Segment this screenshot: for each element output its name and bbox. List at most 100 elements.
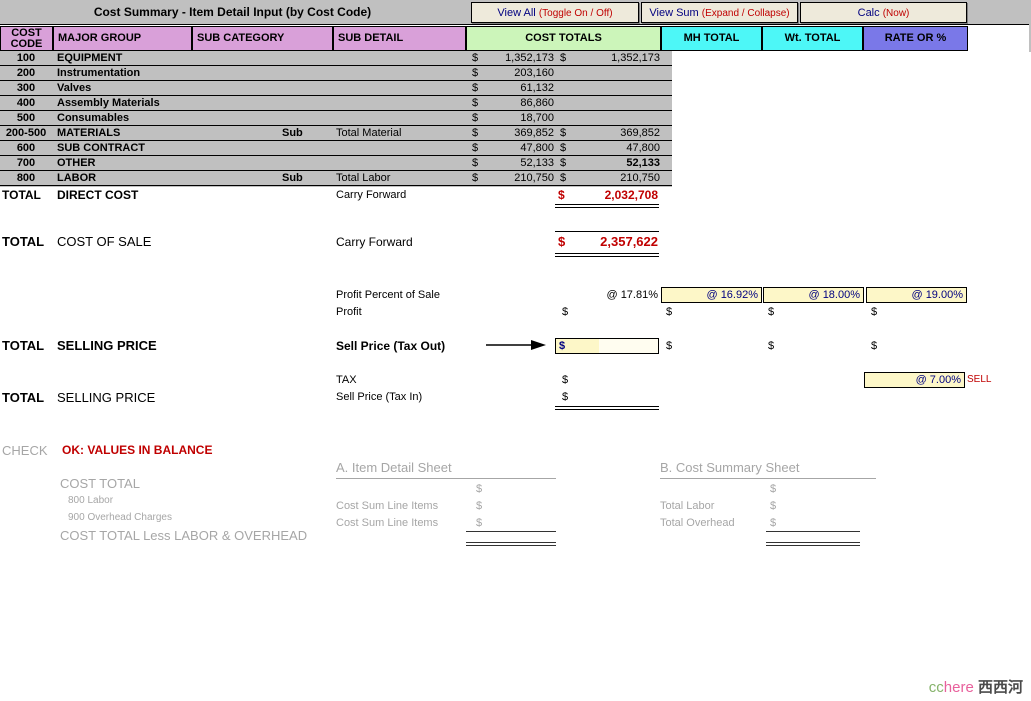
- cost-of-sale-topline: [555, 231, 659, 232]
- row-sub-detail: Total Material: [336, 127, 402, 139]
- table-row[interactable]: 400 Assembly Materials $ 86,860: [0, 96, 672, 111]
- calc-sublabel: (Now): [882, 8, 910, 19]
- check-panel-b-rule: [660, 478, 876, 479]
- row-cost-total-value: 86,860: [520, 97, 554, 109]
- sell-price-input[interactable]: $: [555, 338, 659, 354]
- profit-percent-value-mh: 16.92%: [720, 289, 758, 301]
- tax-sign: $: [562, 374, 569, 386]
- row-cost-total-value: 203,160: [514, 67, 554, 79]
- check-panel-a-total-rule: [466, 542, 556, 546]
- watermark: cchere 西西河: [929, 676, 1023, 697]
- row-sub-category: Sub: [282, 127, 303, 139]
- profit-percent-input-wt[interactable]: @ 18.00%: [763, 287, 864, 303]
- row-cost-code: 700: [16, 157, 36, 169]
- sell-price-sign-wt: $: [768, 340, 775, 352]
- check-panel-a-rule: [336, 478, 556, 479]
- column-header-sub-category: SUB CATEGORY: [192, 26, 333, 51]
- sell-price-sign-mh: $: [666, 340, 673, 352]
- profit-sign-rate: $: [871, 306, 878, 318]
- sell-price-tax-in-underline: [555, 406, 659, 410]
- watermark-cn: 西西河: [977, 679, 1023, 696]
- row-cost-code: 300: [16, 82, 36, 94]
- table-row[interactable]: 200-500 MATERIALS Sub Total Material $ 3…: [0, 126, 672, 141]
- profit-sign-cost: $: [562, 306, 569, 318]
- direct-cost-underline: [555, 204, 659, 208]
- watermark-here: here: [943, 679, 974, 696]
- table-row[interactable]: 100 EQUIPMENT $ 1,352,173 $ 1,352,173: [0, 51, 672, 66]
- profit-percent-input-rate[interactable]: @ 19.00%: [866, 287, 967, 303]
- column-header-cost-totals: COST TOTALS: [466, 26, 661, 51]
- row-major-group: SUB CONTRACT: [57, 142, 145, 154]
- sell-price-input-sign: $: [559, 340, 566, 352]
- row-cost-total-value: 210,750: [514, 172, 554, 184]
- profit-percent-value-wt: 18.00%: [822, 289, 860, 301]
- row-major-group: MATERIALS: [57, 127, 121, 139]
- cost-of-sale-desc: Carry Forward: [336, 235, 413, 249]
- row-sub-category: Sub: [282, 172, 303, 184]
- check-900-overhead-label: 900 Overhead Charges: [68, 512, 172, 523]
- column-header-mh-total: MH TOTAL: [661, 26, 762, 51]
- view-sum-button[interactable]: View Sum (Expand / Collapse): [641, 2, 798, 23]
- row-cost-code: 800: [16, 172, 36, 184]
- view-all-sublabel: (Toggle On / Off): [538, 8, 613, 19]
- row-cost-code: 200-500: [5, 127, 47, 139]
- row-major-group: Assembly Materials: [57, 97, 160, 109]
- table-row[interactable]: 700 OTHER $ 52,133 $ 52,133: [0, 156, 672, 171]
- row-cost-code: 400: [16, 97, 36, 109]
- profit-percent-value-rate: 19.00%: [925, 289, 963, 301]
- check-panel-b-subtotal-rule: [766, 531, 860, 532]
- tax-label: TAX: [336, 374, 357, 386]
- page-title: Cost Summary - Item Detail Input (by Cos…: [93, 5, 372, 19]
- check-800-labor-label: 800 Labor: [68, 495, 114, 506]
- sell-price-sign-rate: $: [871, 340, 878, 352]
- check-cost-total-label: COST TOTAL: [60, 476, 140, 491]
- profit-percent-input-mh[interactable]: @ 16.92%: [661, 287, 762, 303]
- calc-now-button[interactable]: Calc (Now): [800, 2, 967, 23]
- column-header-sub-detail: SUB DETAIL: [333, 26, 466, 51]
- tax-rate-input[interactable]: @ 7.00%: [864, 372, 965, 388]
- selling-price-total-label: TOTAL: [2, 338, 45, 353]
- column-header-major-group: MAJOR GROUP: [53, 26, 192, 51]
- table-row[interactable]: 300 Valves $ 61,132: [0, 81, 672, 96]
- table-row[interactable]: 600 SUB CONTRACT $ 47,800 $ 47,800: [0, 141, 672, 156]
- check-panel-a-sign-1: $: [476, 500, 483, 512]
- row-major-group: OTHER: [57, 157, 96, 169]
- row-mh-total-value: 1,352,173: [611, 52, 660, 64]
- row-cost-code: 500: [16, 112, 36, 124]
- cost-of-sale-value: 2,357,622: [600, 234, 658, 249]
- cost-code-line2: CODE: [10, 37, 43, 50]
- check-section: COST TOTAL 800 Labor 900 Overhead Charge…: [0, 438, 1031, 558]
- pointer-arrow-icon: [486, 340, 546, 350]
- row-cost-total-value: 18,700: [520, 112, 554, 124]
- sell-price-tax-in-name: SELLING PRICE: [57, 390, 156, 405]
- row-major-group: Instrumentation: [57, 67, 141, 79]
- row-cost-total-value: 61,132: [520, 82, 554, 94]
- check-panel-b-title: B. Cost Summary Sheet: [660, 460, 800, 475]
- sell-price-tax-out-label: Sell Price (Tax Out): [336, 339, 446, 353]
- column-header-cost-code: COST CODE: [0, 26, 53, 51]
- cost-of-sale-row: TOTAL COST OF SALE Carry Forward $ 2,357…: [0, 234, 1031, 252]
- table-row[interactable]: 500 Consumables $ 18,700: [0, 111, 672, 126]
- check-panel-b-label-2: Total Overhead: [660, 517, 735, 529]
- check-panel-a-title: A. Item Detail Sheet: [336, 460, 452, 475]
- table-row[interactable]: 200 Instrumentation $ 203,160: [0, 66, 672, 81]
- at-symbol-icon: @: [706, 289, 718, 301]
- profit-percent-label: Profit Percent of Sale: [336, 289, 440, 301]
- profit-percent-base: @ 17.81%: [606, 289, 658, 301]
- check-cost-total-less-label: COST TOTAL Less LABOR & OVERHEAD: [60, 528, 308, 543]
- tax-rate-value: 7.00%: [929, 374, 961, 386]
- row-major-group: Valves: [57, 82, 92, 94]
- direct-cost-name: DIRECT COST: [57, 188, 139, 202]
- check-panel-a-label-2: Cost Sum Line Items: [336, 517, 439, 529]
- cost-code-line1: COST: [11, 26, 42, 39]
- cost-of-sale-name: COST OF SALE: [57, 234, 152, 249]
- view-all-button[interactable]: View All (Toggle On / Off): [471, 2, 639, 23]
- column-header-rate-or-pct: RATE OR %: [863, 26, 968, 51]
- check-panel-a-label-1: Cost Sum Line Items: [336, 500, 439, 512]
- table-row[interactable]: 800 LABOR Sub Total Labor $ 210,750 $ 21…: [0, 171, 672, 186]
- row-cost-total-value: 369,852: [514, 127, 554, 139]
- row-major-group: Consumables: [57, 112, 130, 124]
- sell-price-tax-in-label: Sell Price (Tax In): [336, 391, 423, 403]
- at-symbol-icon: @: [915, 374, 927, 386]
- row-major-group: EQUIPMENT: [57, 52, 123, 64]
